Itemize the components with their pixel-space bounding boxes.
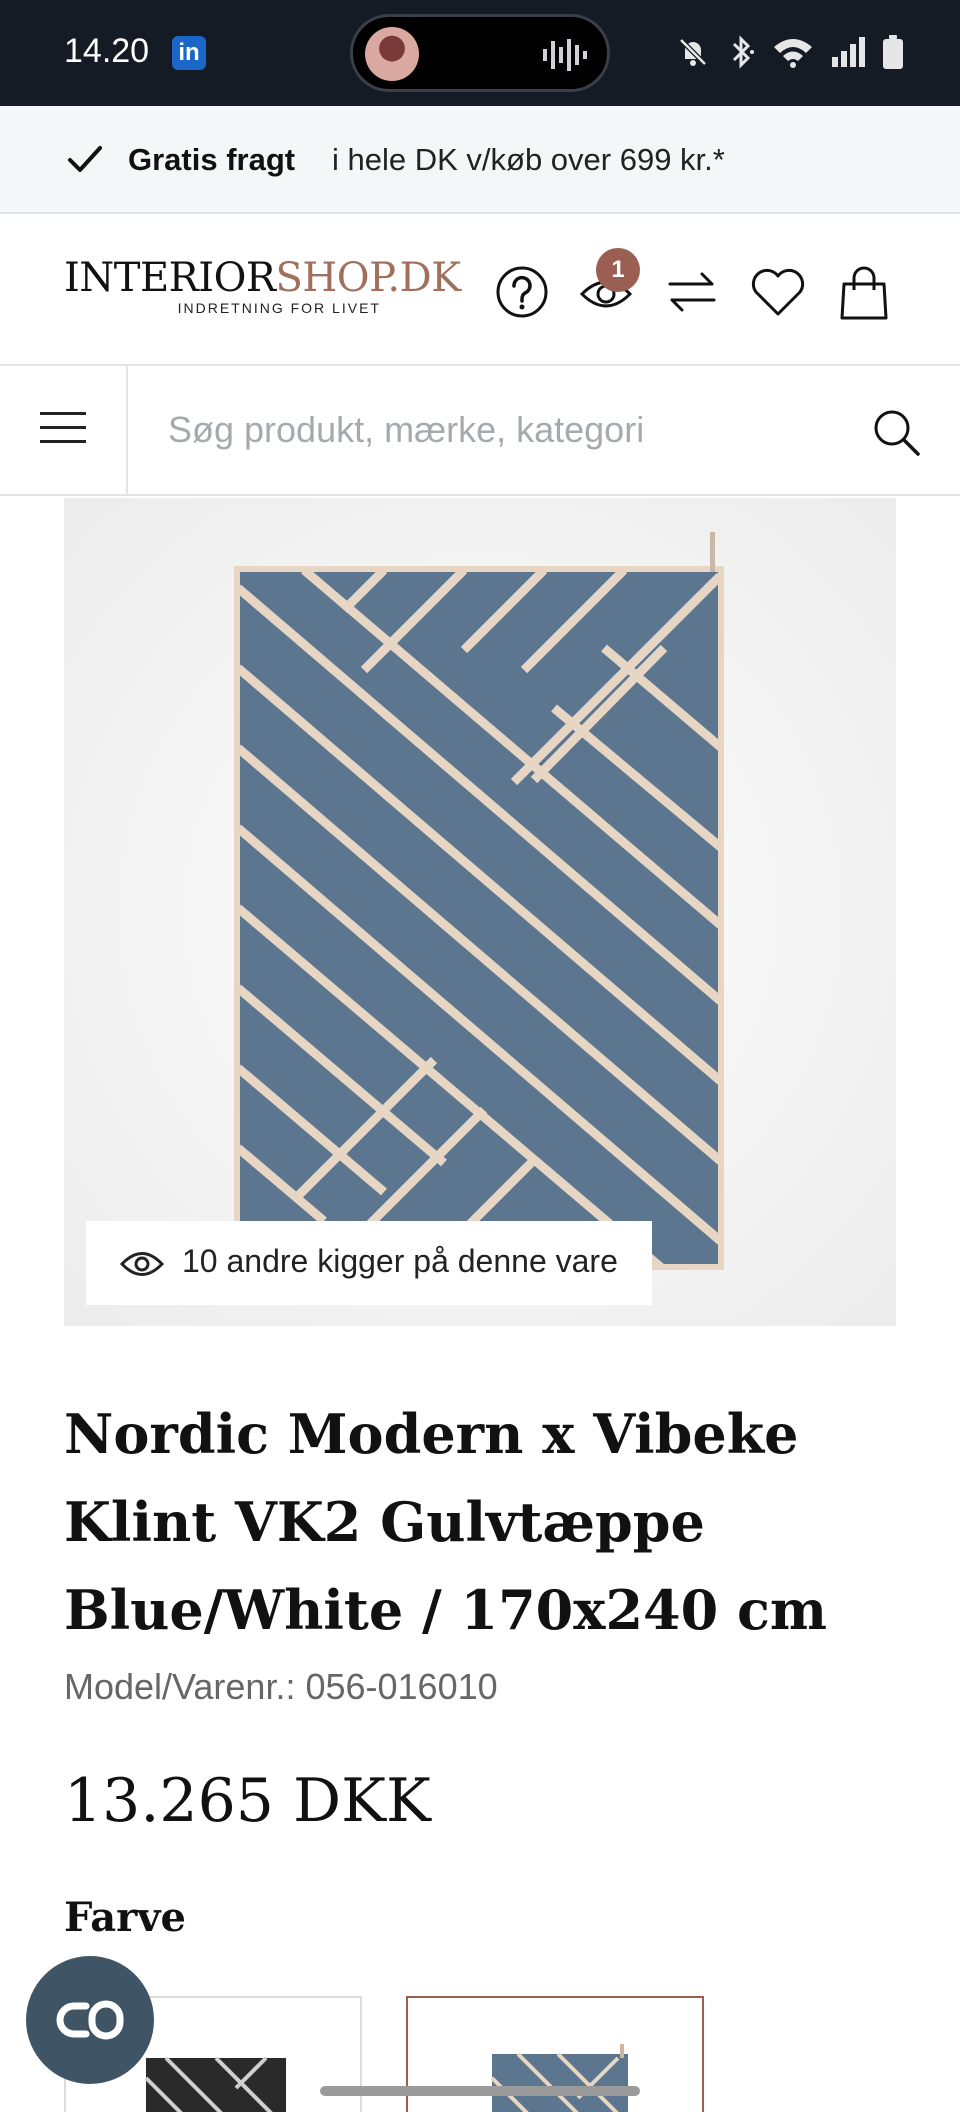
eye-icon — [120, 1252, 164, 1276]
recently-viewed-count-badge: 1 — [596, 248, 640, 292]
shipping-title: Gratis fragt — [128, 142, 296, 177]
logo-text-accent: SHOP.DK — [275, 255, 462, 301]
viewers-text: 10 andre kigger på denne vare — [182, 1243, 618, 1279]
signal-icon — [832, 37, 865, 67]
site-logo[interactable]: INTERIORSHOP.DK INDRETNING FOR LIVET — [64, 258, 461, 316]
wifi-icon — [774, 39, 812, 68]
help-button[interactable] — [492, 262, 552, 322]
search-bar — [0, 366, 960, 496]
help-icon — [496, 266, 548, 318]
hamburger-menu-icon — [40, 412, 86, 443]
viewers-notice: 10 andre kigger på denne vare — [86, 1221, 652, 1305]
chat-glasses-icon — [56, 2000, 124, 2040]
cart-button[interactable] — [834, 262, 894, 322]
wishlist-button[interactable] — [748, 262, 808, 322]
gesture-home-handle[interactable] — [320, 2086, 640, 2096]
status-time: 14.20 — [64, 32, 150, 70]
product-title: Nordic Modern x Vibeke Klint VK2 Gulvtæp… — [64, 1402, 827, 1642]
dynamic-island[interactable] — [350, 14, 610, 92]
status-bar: 14.20 in — [0, 0, 960, 106]
product-price: 13.265 DKK — [64, 1766, 431, 1836]
checkmark-icon — [68, 146, 102, 172]
audio-wave-icon — [543, 39, 587, 71]
search-input[interactable] — [168, 400, 848, 460]
logo-tagline: INDRETNING FOR LIVET — [177, 300, 381, 316]
media-avatar-icon — [365, 27, 419, 81]
color-label: Farve — [64, 1894, 186, 1941]
linkedin-notification-icon: in — [172, 36, 206, 70]
product-image[interactable] — [64, 498, 896, 1326]
cart-bag-icon — [840, 266, 888, 320]
wishlist-heart-icon — [751, 268, 805, 316]
bluetooth-icon — [732, 35, 754, 69]
product-model-number: Model/Varenr.: 056-016010 — [64, 1666, 498, 1707]
search-button[interactable] — [870, 406, 922, 462]
compare-button[interactable] — [662, 262, 722, 322]
logo-text-primary: INTERIOR — [64, 255, 276, 301]
search-icon — [874, 410, 920, 456]
site-header: INTERIORSHOP.DK INDRETNING FOR LIVET 1 — [0, 214, 960, 366]
compare-icon — [668, 272, 716, 312]
shipping-text: i hele DK v/køb over 699 kr.* — [332, 142, 725, 177]
battery-icon — [883, 35, 903, 69]
rug-illustration — [64, 498, 896, 1326]
chat-button[interactable] — [26, 1956, 154, 2084]
menu-button[interactable] — [0, 366, 128, 494]
free-shipping-banner: Gratis fragt i hele DK v/køb over 699 kr… — [0, 106, 960, 214]
mute-icon — [679, 38, 707, 66]
